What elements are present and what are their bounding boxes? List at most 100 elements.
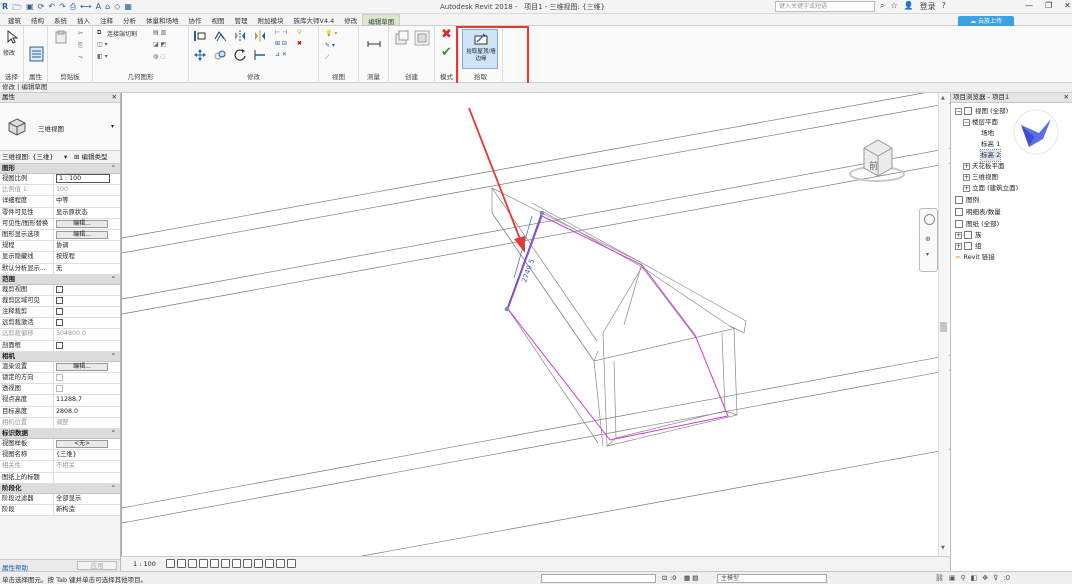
3d-viewport[interactable]: 2749.5 前 — [121, 93, 950, 556]
cut-geometry-icon[interactable]: ◫ ▾ — [97, 41, 108, 48]
property-row[interactable]: 相关性 不相关 — [0, 461, 120, 473]
detail-level-icon[interactable] — [166, 559, 175, 568]
reveal-hidden-icon[interactable] — [265, 559, 274, 568]
tab-insert[interactable]: 插入 — [72, 14, 95, 25]
tab-massing-site[interactable]: 体量和场地 — [141, 14, 184, 25]
property-row[interactable]: 可见性/图形替换 编辑... — [0, 218, 120, 230]
properties-icon[interactable] — [29, 46, 44, 62]
star-icon[interactable]: ☆ — [890, 1, 897, 12]
search-input[interactable]: 键入关键字或短语 — [775, 1, 875, 12]
property-row[interactable]: 锁定的方向 — [0, 373, 120, 385]
browser-node[interactable]: + 天花板平面 — [963, 161, 1005, 172]
drag-elements-icon[interactable]: ✥ — [982, 574, 988, 582]
split-icon[interactable]: ⊢ ⊣ — [275, 29, 287, 36]
cancel-edit-icon[interactable]: ✖ — [441, 27, 452, 42]
property-row[interactable]: 裁剪区域可见 — [0, 295, 120, 308]
collapse-icon[interactable]: ⌃ — [111, 429, 116, 438]
property-row[interactable]: 阶段 新构造 — [0, 504, 120, 517]
property-row[interactable]: 阶段过滤器 全部显示 — [0, 493, 120, 505]
tab-systems[interactable]: 系统 — [49, 14, 72, 25]
show-crop-icon[interactable] — [232, 559, 241, 568]
restore-button[interactable]: ❐ — [1045, 1, 1052, 10]
expand-toggle-icon[interactable]: + — [955, 231, 962, 239]
view-cube[interactable]: 前 — [849, 139, 905, 182]
array-icon[interactable]: ⊞ ⊟ — [275, 40, 287, 47]
expand-toggle-icon[interactable]: + — [963, 173, 970, 181]
login-link[interactable]: 登录 — [920, 1, 936, 12]
cursor-icon[interactable] — [5, 30, 19, 44]
property-checkbox[interactable] — [56, 341, 63, 349]
property-section-header[interactable]: 相机 ⌃ — [0, 351, 120, 362]
expand-toggle-icon[interactable]: − — [963, 118, 970, 126]
browser-node[interactable]: − 视图 (全部) — [955, 106, 1008, 117]
measure-tool-icon[interactable] — [367, 34, 381, 48]
property-section-header[interactable]: 图形 ⌃ — [0, 164, 120, 174]
user-icon[interactable]: 👤 — [904, 1, 914, 12]
crop-view-icon[interactable] — [221, 559, 230, 568]
workset-dropdown[interactable] — [541, 574, 656, 583]
browser-node[interactable]: + 族 — [955, 230, 982, 241]
property-section-header[interactable]: 标识数据 ⌃ — [0, 428, 120, 439]
filter-icon[interactable]: ▦ ▤ — [684, 574, 698, 582]
scale-icon[interactable]: ⊿ ✕ — [275, 51, 287, 58]
property-row[interactable]: 透视图 — [0, 384, 120, 396]
modify-button[interactable]: 修改 — [3, 48, 15, 57]
join-cut-button[interactable]: 连接端切割 — [107, 29, 137, 38]
mirror-draw-axis-icon[interactable] — [253, 29, 267, 43]
steering-wheel-icon[interactable] — [924, 214, 935, 225]
collapse-icon[interactable]: ⌃ — [111, 164, 116, 173]
binoculars-icon[interactable]: ⌕ — [880, 1, 884, 12]
property-checkbox[interactable] — [56, 296, 63, 304]
property-row[interactable]: 注释裁剪 — [0, 307, 120, 319]
help-icon[interactable]: ? — [942, 1, 946, 12]
select-underlay-icon[interactable]: ▣ — [949, 574, 956, 582]
tab-addins[interactable]: 附加模块 — [253, 14, 289, 25]
property-row[interactable]: 渲染设置 编辑... — [0, 361, 120, 373]
property-row[interactable]: 裁剪视图 — [0, 284, 120, 296]
property-row[interactable]: 图形显示选项 编辑... — [0, 229, 120, 242]
browser-node[interactable]: 图例 — [955, 195, 979, 206]
match-icon[interactable]: ⤳ — [78, 54, 83, 62]
property-row[interactable]: 显示隐藏线 按规程 — [0, 252, 120, 264]
property-row[interactable]: 远剪裁偏移 304800.0 — [0, 329, 120, 341]
filter-status-icon[interactable]: ⊽ — [993, 574, 998, 582]
tab-modify[interactable]: 修改 — [339, 14, 362, 25]
lightbulb-icon[interactable]: 💡 ▾ — [325, 30, 337, 37]
close-button[interactable]: ✕ — [1064, 1, 1071, 10]
copy-icon[interactable]: ⎘ — [78, 42, 83, 50]
shadows-icon[interactable] — [199, 559, 208, 568]
lock-view-icon[interactable] — [243, 559, 252, 568]
browser-node[interactable]: − 楼层平面 — [963, 117, 998, 128]
browser-node[interactable]: 图纸 (全部) — [955, 219, 999, 230]
rotate-icon[interactable] — [233, 48, 247, 62]
type-selector[interactable]: 三维视图 ▾ — [0, 103, 120, 151]
property-edit-button[interactable]: 编辑... — [56, 230, 108, 239]
zoom-icon[interactable]: ⊕ — [925, 235, 931, 243]
paint-icon[interactable]: ◍ ◌ — [153, 53, 165, 60]
browser-node[interactable]: + 立面 (建筑立面) — [963, 183, 1018, 194]
property-row[interactable]: 目标高度 2808.0 — [0, 406, 120, 418]
property-row[interactable]: 零件可见性 显示原状态 — [0, 207, 120, 219]
pin-icon[interactable]: ⚲ — [297, 29, 301, 36]
align-icon[interactable] — [193, 29, 207, 43]
expand-toggle-icon[interactable]: + — [963, 184, 970, 192]
sun-path-icon[interactable] — [188, 559, 197, 568]
scroll-down-icon[interactable]: ▼ — [941, 545, 945, 551]
collapse-icon[interactable]: ⌃ — [111, 352, 116, 361]
tab-collaborate[interactable]: 协作 — [184, 14, 207, 25]
tab-family-library[interactable]: 族库大师V4.4 — [289, 14, 340, 25]
property-row[interactable]: 视图名称 {三维} — [0, 450, 120, 462]
move-icon[interactable] — [193, 48, 207, 62]
browser-node[interactable]: + 组 — [955, 241, 982, 252]
delete-icon[interactable]: ✖ — [297, 40, 302, 47]
apply-button[interactable]: 应用 — [77, 561, 117, 570]
instance-selector[interactable]: 三维视图: {三维} — [2, 153, 54, 161]
property-section-header[interactable]: 范围 ⌃ — [0, 274, 120, 285]
tab-annotate[interactable]: 注释 — [95, 14, 118, 25]
type-dropdown-icon[interactable]: ▾ — [111, 123, 114, 130]
property-row[interactable]: 规程 协调 — [0, 241, 120, 253]
mirror-pick-axis-icon[interactable] — [233, 29, 247, 43]
offset-icon[interactable] — [213, 29, 227, 43]
select-pinned-icon[interactable]: ⚲ — [961, 574, 966, 582]
render-icon[interactable] — [210, 559, 219, 568]
